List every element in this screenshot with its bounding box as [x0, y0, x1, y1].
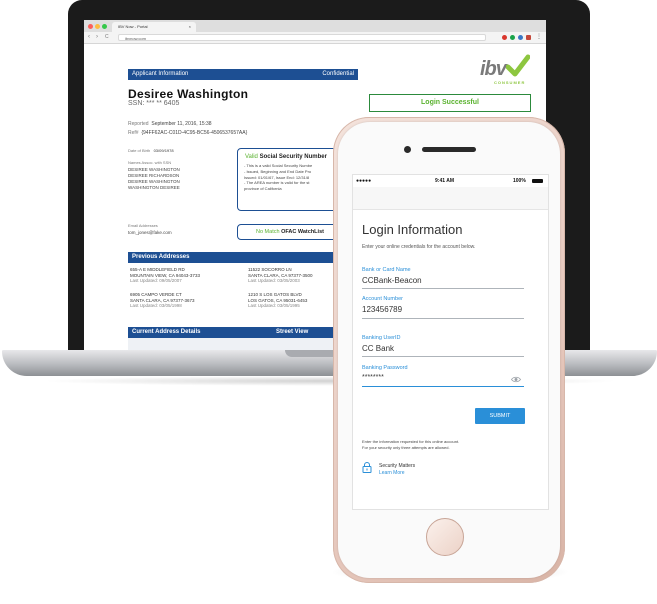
- login-subtitle: Enter your online credentials for the ac…: [362, 244, 476, 250]
- close-window-icon[interactable]: [88, 24, 93, 29]
- user-id-label: Banking UserID: [362, 335, 401, 341]
- user-id-underline: [362, 356, 524, 357]
- url-input[interactable]: ibvnow.com: [118, 34, 486, 41]
- address-item: 1210 S LOS GATOS BLVD LOS GATOS, CA 9503…: [248, 292, 307, 309]
- email-label: Email Addresses: [128, 223, 158, 228]
- security-matters-title: Security Matters: [379, 463, 416, 469]
- ssn-detail-line: province of California: [244, 186, 282, 192]
- current-address-header: Current Address Details Street View: [128, 327, 338, 338]
- ref-line: Ref# {94FF62AC-C01D-4C95-BC56-4506537657…: [128, 130, 247, 136]
- tab-title: IBV Now - Portal: [118, 24, 148, 29]
- carrier-signal: ●●●●●: [356, 178, 372, 184]
- dob-label: Date of Birth: [128, 148, 151, 153]
- ssn-valid-label: Valid: [245, 154, 258, 160]
- address-updated: Last Updated: 03/05/2003: [248, 278, 300, 284]
- front-camera-icon: [404, 146, 411, 153]
- password-underline: [362, 386, 524, 388]
- learn-more-link[interactable]: Learn More: [379, 470, 405, 476]
- user-id-input[interactable]: CC Bank: [362, 344, 394, 353]
- earpiece-speaker: [422, 147, 476, 152]
- reported-value: September 11, 2016, 15:38: [151, 121, 212, 127]
- submit-button[interactable]: SUBMIT: [475, 408, 525, 424]
- reload-icon[interactable]: C: [105, 32, 109, 43]
- extension-icon[interactable]: [510, 35, 515, 40]
- show-password-eye-icon[interactable]: [511, 376, 521, 383]
- logo-text: ibv: [480, 58, 507, 80]
- battery-icon: [532, 179, 543, 183]
- header-left-label: Applicant Information: [132, 71, 189, 77]
- account-number-input[interactable]: 123456789: [362, 305, 402, 314]
- address-item: 6905 CAMPO VERDE CT SANTA CLARA, CA 9737…: [130, 292, 194, 309]
- ssn-verification-box: Valid Social Security Number - This is a…: [237, 148, 341, 211]
- phone-screen: ●●●●● 9:41 AM 100% Login Information Ent…: [352, 174, 549, 510]
- applicant-ssn: SSN: *** ** 6405: [128, 100, 180, 107]
- phone-status-area: [353, 187, 548, 210]
- address-item: 655-A E MIDDLEFIELD RD MOUNTAIN VIEW, CA…: [130, 267, 200, 284]
- address-bar: ‹ › C ibvnow.com ⋮: [84, 32, 546, 44]
- info-line: For your security only three attempts ar…: [362, 444, 450, 450]
- dob-line: Date of Birth 03/09/1978: [128, 148, 174, 154]
- back-icon[interactable]: ‹: [88, 32, 90, 43]
- login-successful-banner: Login Successful: [369, 94, 531, 112]
- minimize-window-icon[interactable]: [95, 24, 100, 29]
- logo-subtitle: CONSUMER: [494, 80, 526, 85]
- applicant-name: Desiree Washington: [128, 87, 249, 101]
- bank-name-label: Bank or Card Name: [362, 267, 411, 273]
- address-line1: 1210 S LOS GATOS BLVD: [248, 292, 302, 297]
- ssn-box-details: - This is a valid Social Security Numbe …: [244, 163, 312, 192]
- tab-close-icon[interactable]: ×: [189, 22, 191, 32]
- ref-value: {94FF62AC-C01D-4C95-BC56-4506537657AA}: [141, 130, 248, 136]
- names-list: DESIREE WASHINGTON DESIREE RICHARDSON DE…: [128, 167, 180, 191]
- previous-addresses-header: Previous Addresses: [128, 252, 338, 263]
- ibv-consumer-logo: ibv CONSUMER: [480, 54, 530, 88]
- ofac-status: No Match: [256, 229, 280, 235]
- logo-check-icon: [506, 54, 530, 77]
- ssn-box-title: Valid Social Security Number: [245, 154, 327, 160]
- bank-name-underline: [362, 288, 524, 289]
- home-button[interactable]: [426, 518, 464, 556]
- maximize-window-icon[interactable]: [102, 24, 107, 29]
- address-item: 11522 SOCORRO LN SANTA CLARA, CA 97377-3…: [248, 267, 312, 284]
- ofac-label: OFAC WatchList: [281, 229, 324, 235]
- password-label: Banking Password: [362, 365, 408, 371]
- prev-header-label: Previous Addresses: [132, 254, 190, 260]
- names-label: Names Assoc. with SSN: [128, 160, 172, 165]
- password-input[interactable]: ********: [362, 374, 384, 381]
- street-view-label[interactable]: Street View: [276, 327, 308, 338]
- battery-level: 100%: [513, 178, 526, 184]
- reported-line: Reported September 11, 2016, 15:38: [128, 121, 212, 127]
- account-number-label: Account Number: [362, 296, 403, 302]
- login-title: Login Information: [362, 222, 463, 237]
- login-info-text: Enter the information requested for this…: [362, 439, 532, 450]
- name-item: WASHINGTON DESIREE: [128, 185, 180, 190]
- ssn-title-text: Social Security Number: [259, 154, 327, 160]
- ssn-detail-line: - Issued, Beginning and End Date Pro: [244, 168, 312, 174]
- extension-icon[interactable]: [518, 35, 523, 40]
- lock-icon: [362, 462, 372, 473]
- browser-tab-bar: IBV Now - Portal ×: [84, 20, 546, 32]
- ofac-watchlist-box: No Match OFAC WatchList: [237, 224, 339, 240]
- reported-label: Reported: [128, 121, 149, 127]
- dob-value: 03/09/1978: [153, 148, 174, 153]
- bank-name-input[interactable]: CCBank-Beacon: [362, 276, 422, 285]
- menu-icon[interactable]: ⋮: [536, 33, 542, 40]
- browser-tab[interactable]: IBV Now - Portal ×: [112, 22, 196, 32]
- account-number-underline: [362, 318, 524, 319]
- address-updated: Last Updated: 09/05/2007: [130, 278, 182, 284]
- forward-icon[interactable]: ›: [96, 32, 98, 43]
- address-updated: Last Updated: 03/05/1995: [248, 303, 300, 309]
- header-right-label: Confidential: [322, 71, 354, 77]
- applicant-info-header: Applicant Information Confidential: [128, 69, 358, 80]
- email-value: tom_jones@fake.com: [128, 230, 172, 235]
- extension-icon[interactable]: [502, 35, 507, 40]
- status-time: 9:41 AM: [435, 178, 454, 184]
- ssn-detail-line: - This is a valid Social Security Numbe: [244, 163, 313, 168]
- extension-icon[interactable]: [526, 35, 531, 40]
- url-text: ibvnow.com: [125, 36, 146, 41]
- current-header-label: Current Address Details: [132, 329, 201, 335]
- ref-label: Ref#: [128, 130, 139, 136]
- address-updated: Last Updated: 03/05/1998: [130, 303, 182, 309]
